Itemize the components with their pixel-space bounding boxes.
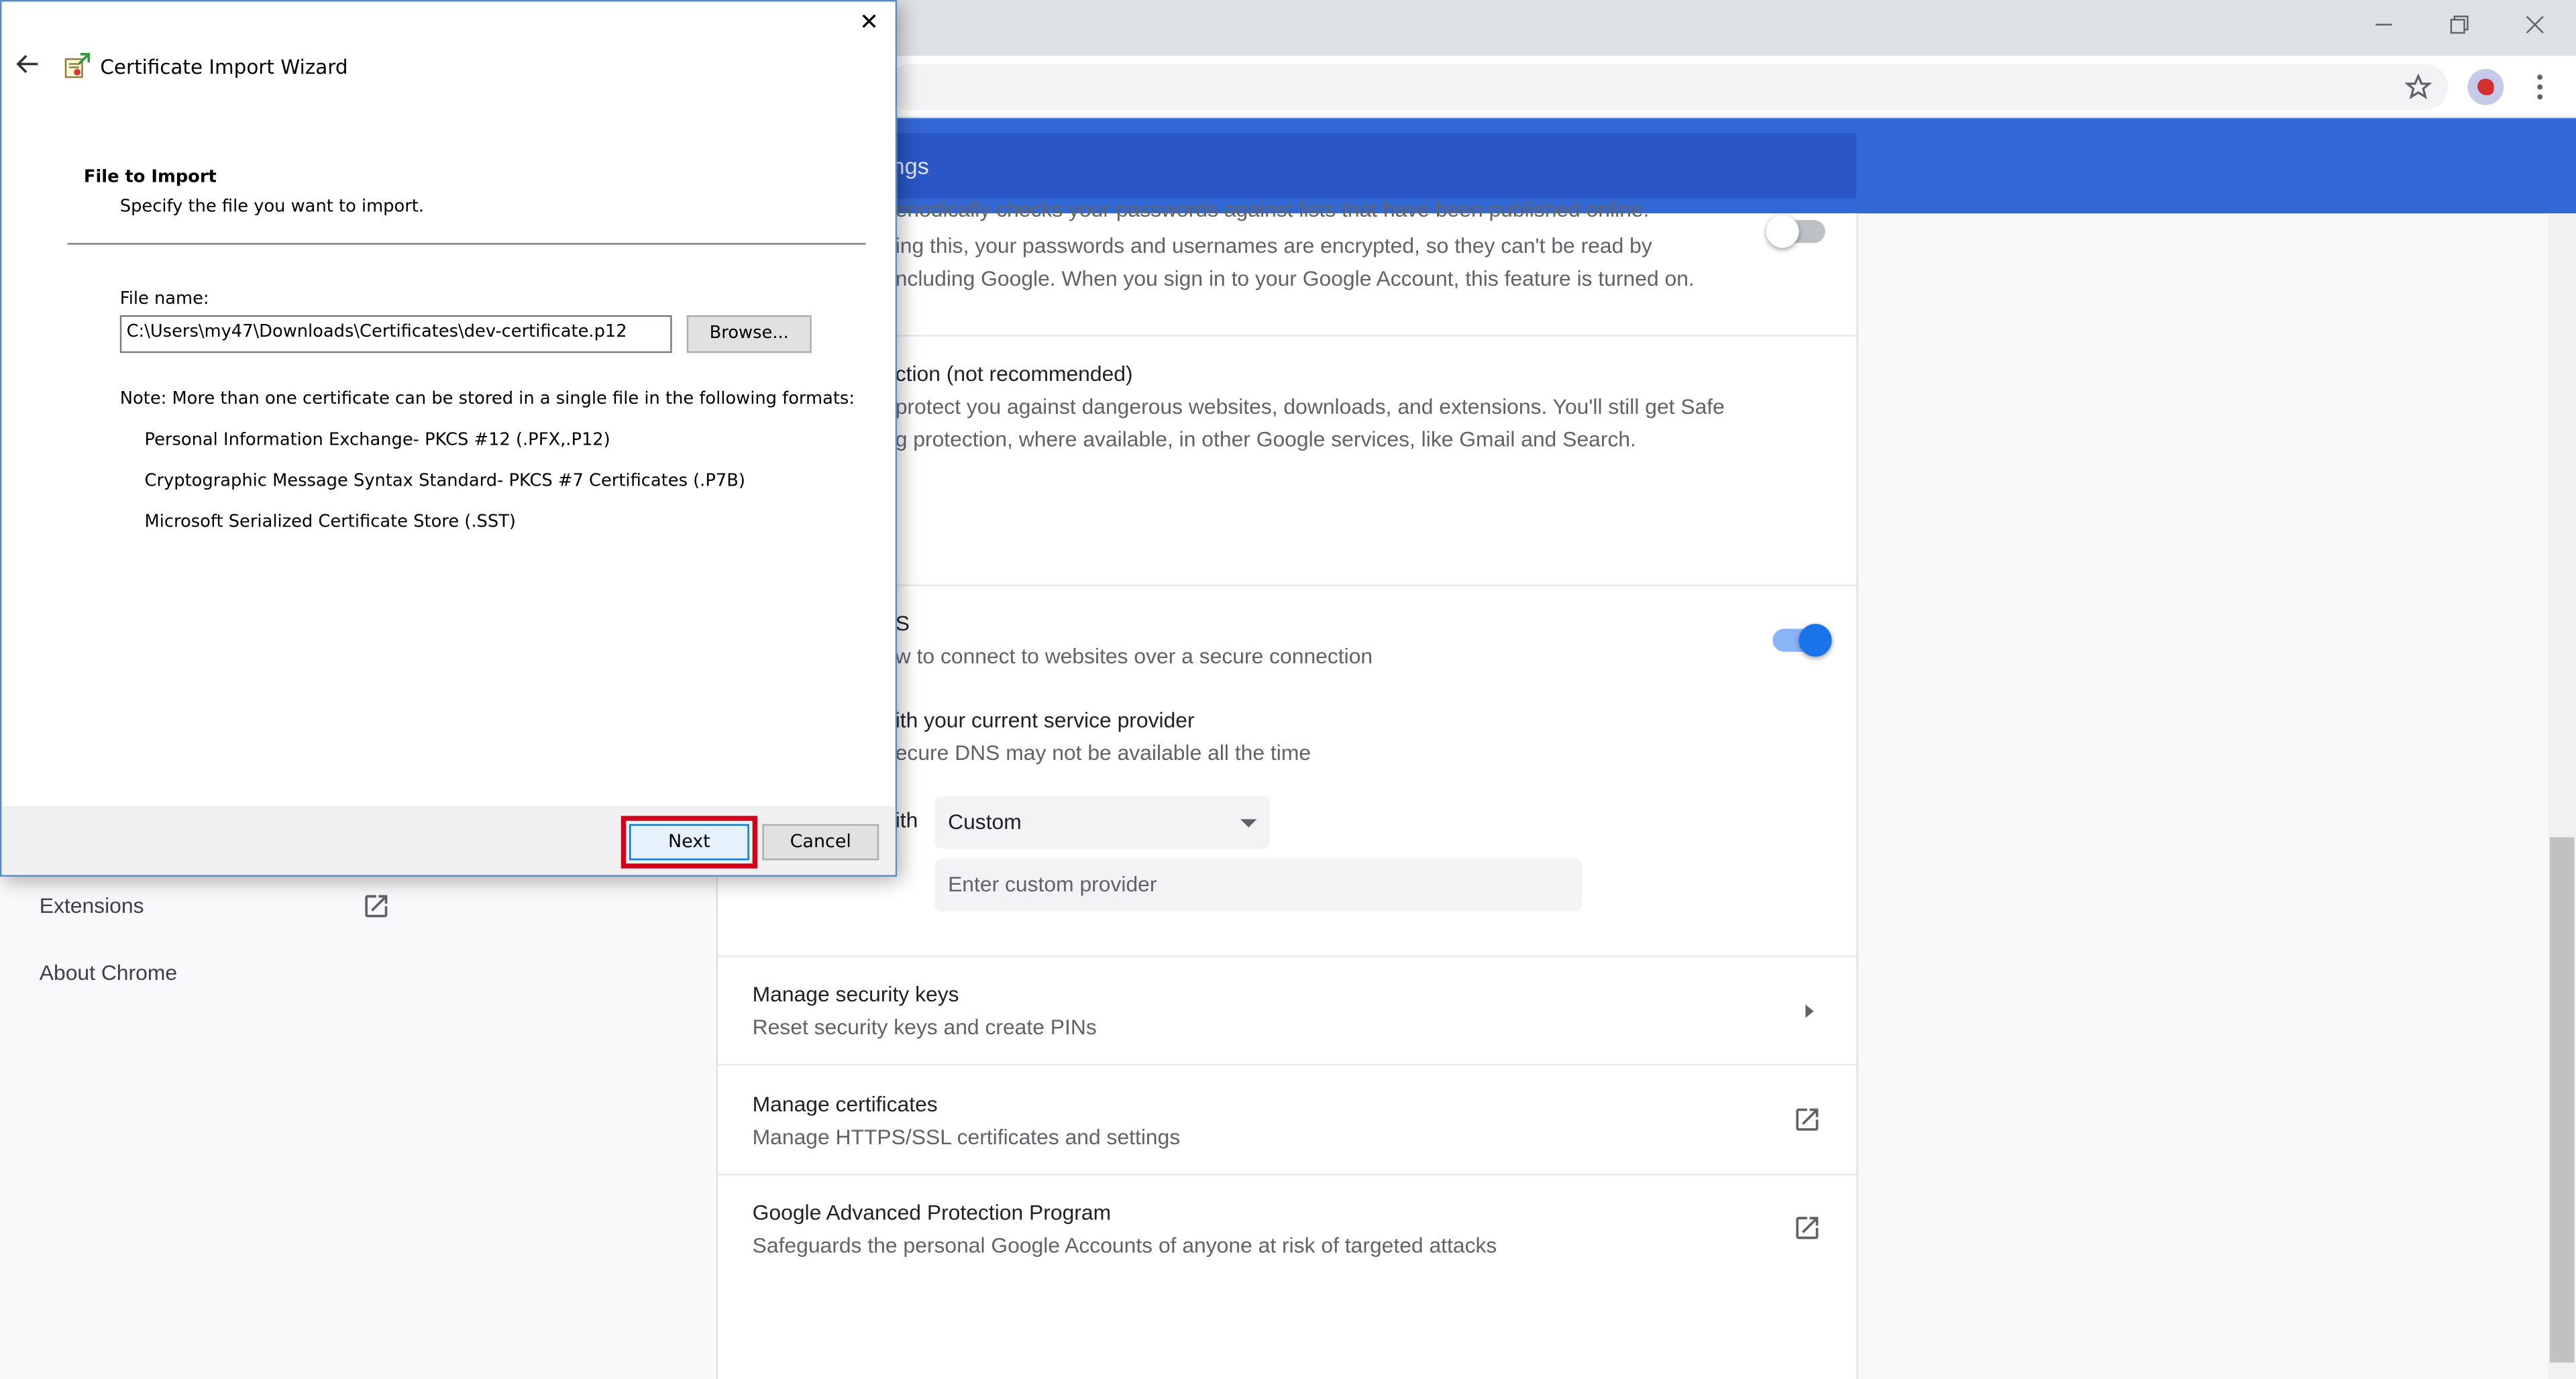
external-link-icon bbox=[1792, 1213, 1822, 1243]
select-value: Custom bbox=[948, 809, 1022, 834]
divider bbox=[718, 1174, 1860, 1176]
no-protection-line-1: protect you against dangerous websites, … bbox=[895, 394, 1725, 419]
password-check-toggle[interactable] bbox=[1766, 215, 1825, 248]
scrollbar-thumb[interactable] bbox=[2549, 837, 2575, 1363]
formats-note: Note: More than one certificate can be s… bbox=[119, 389, 855, 409]
arrow-right-icon bbox=[1805, 1004, 1814, 1018]
step-subheading: Specify the file you want to import. bbox=[119, 197, 425, 217]
minimize-icon[interactable] bbox=[2346, 0, 2422, 49]
custom-provider-placeholder: Enter custom provider bbox=[948, 871, 1157, 897]
settings-search-input[interactable]: ttings bbox=[854, 133, 1857, 199]
certificates-title: Manage certificates bbox=[752, 1091, 938, 1117]
toggle-knob bbox=[1799, 624, 1832, 657]
dialog-title: Certificate Import Wizard bbox=[100, 56, 348, 79]
secure-dns-title: S bbox=[895, 610, 910, 636]
file-name-input[interactable]: C:\Users\my47\Downloads\Certificates\dev… bbox=[119, 315, 672, 353]
password-text-1: eriodically checks your passwords agains… bbox=[895, 197, 1650, 222]
star-icon[interactable] bbox=[2400, 69, 2436, 105]
toggle-knob bbox=[1766, 215, 1799, 248]
separator bbox=[67, 243, 866, 245]
password-text-3: ncluding Google. When you sign in to you… bbox=[895, 266, 1695, 291]
secure-dns-sub: w to connect to websites over a secure c… bbox=[895, 643, 1373, 669]
back-arrow-icon[interactable] bbox=[15, 51, 44, 80]
external-link-icon[interactable] bbox=[362, 891, 391, 921]
step-heading: File to Import bbox=[83, 167, 217, 188]
password-text-2: ing this, your passwords and usernames a… bbox=[895, 233, 1652, 258]
chevron-down-icon bbox=[1240, 819, 1257, 828]
more-menu-icon[interactable] bbox=[2522, 69, 2558, 105]
address-bar[interactable] bbox=[887, 64, 2449, 110]
with-label: ith bbox=[895, 808, 918, 832]
close-icon[interactable]: ✕ bbox=[846, 5, 892, 41]
certificate-icon bbox=[64, 52, 91, 78]
external-link-icon bbox=[1792, 1105, 1822, 1134]
certificates-sub: Manage HTTPS/SSL certificates and settin… bbox=[752, 1124, 1181, 1150]
certificate-import-wizard: ✕ Certificate Import Wizard File to Impo… bbox=[0, 0, 898, 877]
custom-provider-input[interactable]: Enter custom provider bbox=[934, 859, 1582, 912]
restore-icon[interactable] bbox=[2422, 0, 2498, 49]
security-keys-sub: Reset security keys and create PINs bbox=[752, 1014, 1097, 1040]
secure-dns-toggle[interactable] bbox=[1772, 624, 1832, 657]
provider-option-title[interactable]: ith your current service provider bbox=[896, 708, 1195, 732]
format-item: Cryptographic Message Syntax Standard- P… bbox=[144, 471, 745, 491]
file-name-label: File name: bbox=[119, 288, 209, 309]
format-item: Microsoft Serialized Certificate Store (… bbox=[144, 512, 516, 533]
format-item: Personal Information Exchange- PKCS #12 … bbox=[144, 430, 610, 450]
security-keys-title: Manage security keys bbox=[752, 981, 959, 1007]
dialog-footer bbox=[1, 806, 896, 875]
cancel-button[interactable]: Cancel bbox=[762, 824, 879, 861]
divider bbox=[718, 955, 1860, 957]
dns-provider-select[interactable]: Custom bbox=[934, 796, 1271, 849]
nav-about-chrome[interactable]: About Chrome bbox=[40, 960, 177, 985]
gapp-sub: Safeguards the personal Google Accounts … bbox=[752, 1233, 1497, 1258]
next-button[interactable]: Next bbox=[629, 824, 749, 861]
divider bbox=[718, 1064, 1860, 1066]
no-protection-line-2: g protection, where available, in other … bbox=[895, 427, 1636, 452]
nav-extensions[interactable]: Extensions bbox=[40, 893, 144, 918]
browse-button[interactable]: Browse... bbox=[686, 315, 812, 353]
provider-option-sub: ecure DNS may not be available all the t… bbox=[895, 740, 1311, 765]
profile-avatar[interactable] bbox=[2467, 68, 2504, 105]
gapp-title: Google Advanced Protection Program bbox=[752, 1200, 1112, 1225]
no-protection-title[interactable]: ction (not recommended) bbox=[896, 361, 1133, 386]
close-window-icon[interactable] bbox=[2497, 0, 2573, 49]
